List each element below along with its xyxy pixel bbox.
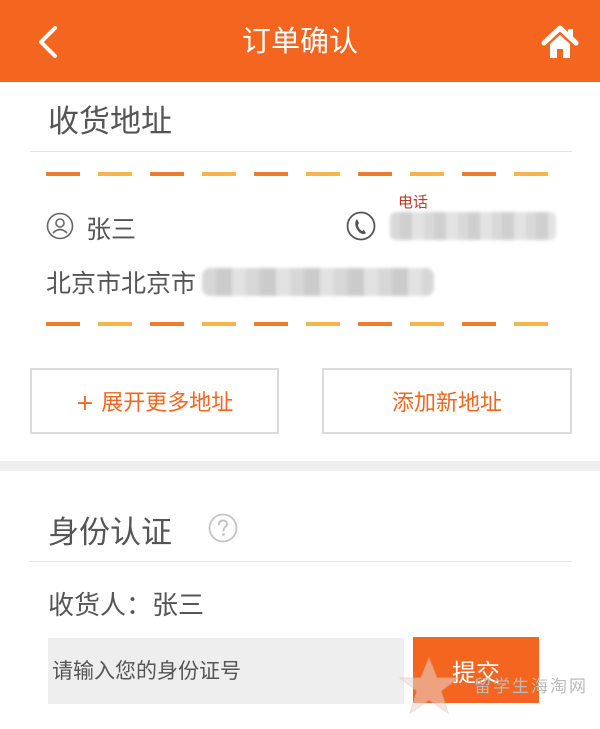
phone-number-redacted (390, 212, 556, 240)
id-number-input[interactable] (48, 638, 404, 704)
phone-label: 电话 (398, 193, 429, 211)
submit-button[interactable]: 提交 (413, 637, 539, 703)
expand-more-addresses-button[interactable]: + 展开更多地址 (30, 368, 279, 434)
top-nav-bar: 订单确认 (0, 0, 600, 82)
address-detail-redacted (202, 268, 434, 296)
address-text: 北京市北京市 (46, 269, 197, 298)
page-title: 订单确认 (241, 24, 358, 58)
section-gap (0, 461, 600, 471)
add-new-address-button[interactable]: 添加新地址 (322, 368, 572, 434)
consignee-label: 收货人：张三 (48, 591, 205, 621)
section-divider (30, 561, 572, 562)
section-divider (30, 151, 572, 152)
recipient-name: 张三 (86, 215, 137, 244)
home-icon (541, 25, 579, 58)
address-card-bottom-border (46, 322, 556, 326)
phone-icon (346, 211, 376, 241)
identity-section-title: 身份认证 (48, 515, 172, 551)
question-circle-icon[interactable] (208, 513, 238, 543)
address-card-top-border (46, 172, 556, 176)
user-icon (46, 212, 74, 240)
home-button[interactable] (538, 20, 582, 64)
address-section-title: 收货地址 (48, 104, 172, 140)
